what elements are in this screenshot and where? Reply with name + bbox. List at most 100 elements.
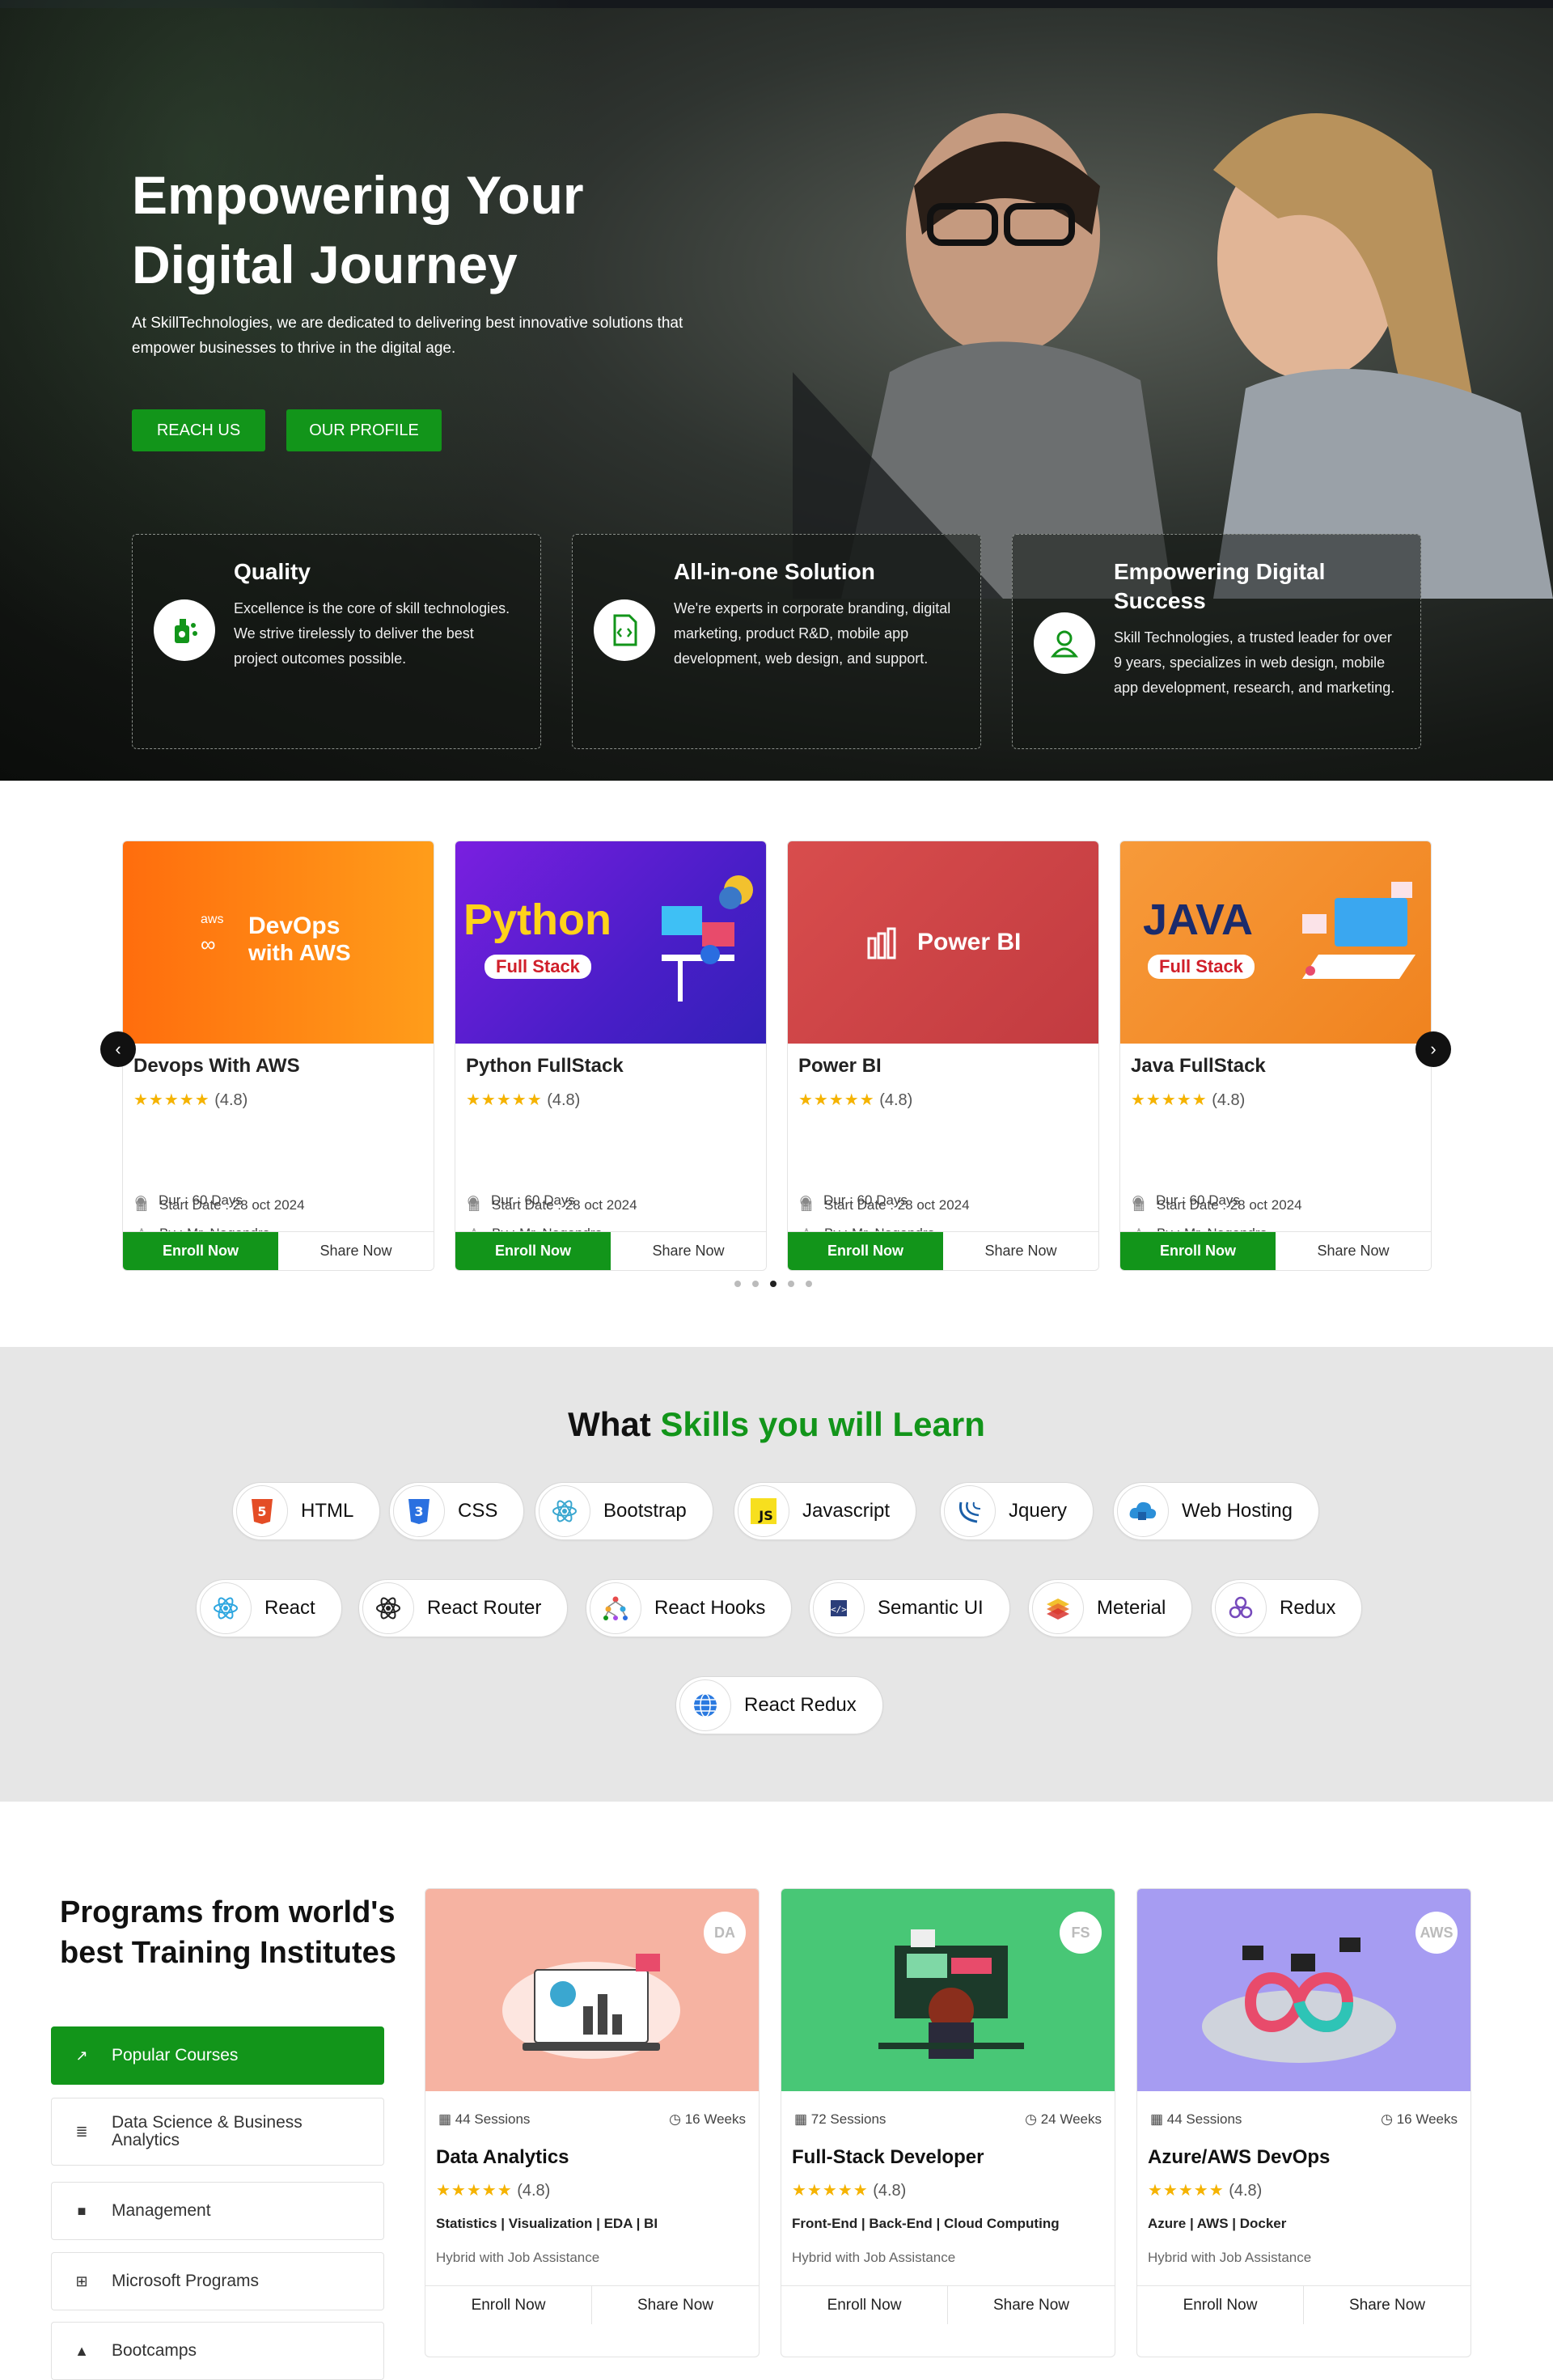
menu-data-science[interactable]: ≣ Data Science & Business Analytics [51, 2098, 384, 2166]
carousel-dot[interactable] [806, 1281, 812, 1287]
clock-icon: ◉ [1132, 1192, 1145, 1208]
enroll-now-button[interactable]: Enroll Now [425, 2286, 592, 2324]
skill-chip-redux[interactable]: Redux [1211, 1579, 1363, 1637]
skill-chip-react-redux[interactable]: React Redux [675, 1676, 883, 1734]
skill-chip-react[interactable]: React [196, 1579, 342, 1637]
feature-text: Skill Technologies, a trusted leader for… [1114, 629, 1395, 696]
weeks: ◷ 24 Weeks [1025, 2111, 1102, 2127]
program-actions: Enroll Now Share Now [781, 2285, 1115, 2324]
skill-chip-material[interactable]: Meterial [1028, 1579, 1193, 1637]
banner-title: JAVA [1143, 896, 1254, 944]
enroll-now-button[interactable]: Enroll Now [1137, 2286, 1304, 2324]
program-tags: Azure | AWS | Docker [1148, 2216, 1287, 2231]
sessions: ▦ 44 Sessions [1150, 2111, 1242, 2127]
star-rating-icon: ★★★★★ [466, 1091, 543, 1109]
program-tags: Statistics | Visualization | EDA | BI [436, 2216, 658, 2231]
menu-popular-courses[interactable]: ↗ Popular Courses [51, 2026, 384, 2085]
share-now-button[interactable]: Share Now [278, 1232, 434, 1270]
clock-icon: ◷ [669, 2111, 685, 2127]
analytics-illustration [502, 1954, 680, 2059]
duration: ◉ Dur : 60 Days [465, 1192, 575, 1209]
share-now-button[interactable]: Share Now [592, 2286, 759, 2324]
share-now-button[interactable]: Share Now [1276, 1232, 1431, 1270]
duration: ◉ Dur : 60 Days [1130, 1192, 1240, 1209]
program-meta: ▦ 72 Sessions ◷ 24 Weeks [794, 2111, 1102, 2128]
semantic-ui-icon: </> [813, 1582, 865, 1634]
program-meta: ▦ 44 Sessions ◷ 16 Weeks [1150, 2111, 1458, 2128]
bootcamp-icon: ▲ [74, 2342, 89, 2359]
enroll-now-button[interactable]: Enroll Now [788, 1232, 943, 1270]
carousel-prev-button[interactable]: ‹ [100, 1031, 136, 1067]
programs-section: Programs from world's best Training Inst… [0, 1802, 1553, 2380]
chevron-left-icon: ‹ [115, 1039, 121, 1059]
course-banner: Power BI [788, 841, 1098, 1044]
course-rating: ★★★★★ (4.8) [798, 1091, 913, 1109]
course-actions: Enroll Now Share Now [123, 1231, 434, 1270]
briefcase-icon: ■ [77, 2202, 87, 2219]
program-rating: ★★★★★ (4.8) [792, 2182, 907, 2200]
hero-title: Empowering Your Digital Journey [132, 165, 584, 294]
share-now-button[interactable]: Share Now [611, 1232, 766, 1270]
database-icon: ≣ [75, 2124, 88, 2140]
feature-title: Quality [234, 559, 311, 584]
globe-icon [679, 1679, 731, 1731]
menu-bootcamps[interactable]: ▲ Bootcamps [51, 2322, 384, 2380]
enroll-now-button[interactable]: Enroll Now [1120, 1232, 1276, 1270]
share-now-button[interactable]: Share Now [948, 2286, 1115, 2324]
program-badge: DA [704, 1912, 746, 1954]
developer-illustration [878, 1929, 1024, 2059]
user-icon [1034, 612, 1095, 674]
developer-illustration [662, 875, 753, 1002]
skill-label: React Hooks [654, 1597, 766, 1619]
menu-microsoft-programs[interactable]: ⊞ Microsoft Programs [51, 2252, 384, 2310]
program-card: DA ▦ 44 Sessions ◷ 16 Weeks Data Analyti… [425, 1888, 760, 2357]
clock-icon: ◉ [799, 1192, 812, 1208]
skill-chip-web-hosting[interactable]: Web Hosting [1113, 1482, 1319, 1540]
course-title: Power BI [798, 1055, 882, 1077]
skill-chip-react-hooks[interactable]: React Hooks [586, 1579, 793, 1637]
enroll-now-button[interactable]: Enroll Now [123, 1232, 278, 1270]
skill-chip-semantic-ui[interactable]: </> Semantic UI [809, 1579, 1010, 1637]
carousel-dot-active[interactable] [770, 1281, 776, 1287]
skill-chip-bootstrap[interactable]: Bootstrap [535, 1482, 713, 1540]
css3-icon: 3 [393, 1485, 445, 1537]
skills-title: What Skills you will Learn [568, 1405, 985, 1443]
skill-chip-react-router[interactable]: React Router [358, 1579, 569, 1637]
enroll-now-button[interactable]: Enroll Now [781, 2286, 948, 2324]
carousel-dot[interactable] [788, 1281, 794, 1287]
skill-chip-html[interactable]: 5 HTML [232, 1482, 381, 1540]
reach-us-button[interactable]: REACH US [132, 409, 265, 451]
calendar-icon: ▦ [1150, 2111, 1167, 2127]
our-profile-button[interactable]: OUR PROFILE [286, 409, 442, 451]
star-rating-icon: ★★★★★ [1148, 2182, 1225, 2200]
program-mode: Hybrid with Job Assistance [436, 2250, 600, 2265]
laptop-illustration [1302, 882, 1415, 979]
program-badge: AWS [1415, 1912, 1458, 1954]
program-mode: Hybrid with Job Assistance [1148, 2250, 1312, 2265]
carousel-next-button[interactable]: › [1415, 1031, 1451, 1067]
duration: ◉ Dur : 60 Days [133, 1192, 243, 1209]
share-now-button[interactable]: Share Now [943, 1232, 1098, 1270]
skill-chip-jquery[interactable]: Jquery [940, 1482, 1094, 1540]
feature-text: Excellence is the core of skill technolo… [234, 600, 510, 667]
chevron-right-icon: › [1430, 1039, 1437, 1059]
share-now-button[interactable]: Share Now [1304, 2286, 1470, 2324]
skill-label: Jquery [1009, 1500, 1068, 1522]
banner-tag: Full Stack [485, 955, 591, 979]
skill-label: CSS [458, 1500, 498, 1522]
javascript-icon: JS [738, 1485, 789, 1537]
menu-management[interactable]: ■ Management [51, 2182, 384, 2240]
enroll-now-button[interactable]: Enroll Now [455, 1232, 611, 1270]
svg-text:5: 5 [257, 1504, 266, 1519]
program-badge: FS [1060, 1912, 1102, 1954]
program-mode: Hybrid with Job Assistance [792, 2250, 956, 2265]
skill-label: Meterial [1097, 1597, 1166, 1619]
skill-chip-css[interactable]: 3 CSS [389, 1482, 525, 1540]
skill-chip-javascript[interactable]: JS Javascript [734, 1482, 917, 1540]
carousel-dot[interactable] [734, 1281, 741, 1287]
svg-text:JS: JS [758, 1508, 772, 1523]
banner-title: Python [463, 896, 611, 944]
banner-title: DevOps [248, 913, 341, 939]
carousel-dot[interactable] [752, 1281, 759, 1287]
skill-label: React [264, 1597, 315, 1619]
